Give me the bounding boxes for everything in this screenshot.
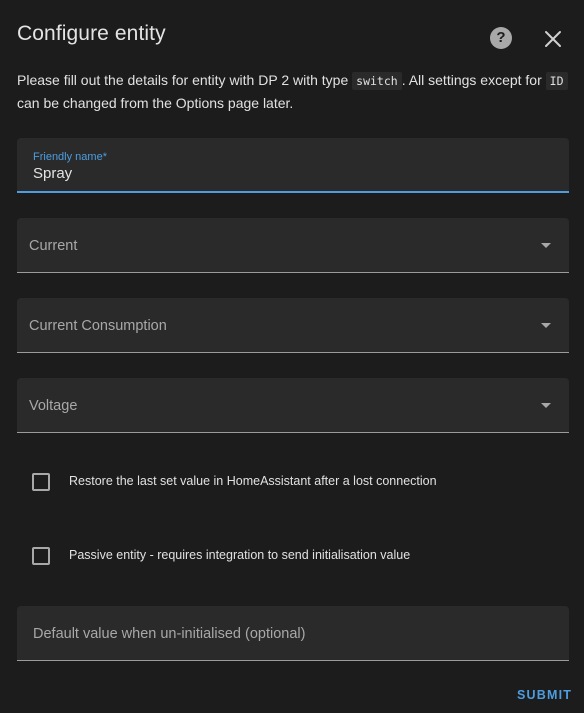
friendly-name-field[interactable]: Friendly name* Spray <box>17 138 569 193</box>
restore-checkbox[interactable] <box>32 473 50 491</box>
close-icon[interactable] <box>541 27 565 51</box>
restore-checkbox-label[interactable]: Restore the last set value in HomeAssist… <box>69 472 437 490</box>
configure-entity-dialog: Configure entity ? Please fill out the d… <box>0 0 584 713</box>
code-id: ID <box>545 72 568 90</box>
default-value-label: Default value when un-initialised (optio… <box>33 626 306 642</box>
code-switch: switch <box>352 72 402 90</box>
default-value-field[interactable]: Default value when un-initialised (optio… <box>17 606 569 661</box>
current-consumption-select[interactable]: Current Consumption <box>17 298 569 353</box>
friendly-name-label: Friendly name* <box>33 151 107 163</box>
description-text: Please fill out the details for entity w… <box>17 72 353 88</box>
submit-button[interactable]: SUBMIT <box>517 688 572 702</box>
friendly-name-value[interactable]: Spray <box>33 165 72 182</box>
dropdown-arrow-icon[interactable] <box>541 403 551 408</box>
current-label: Current <box>29 238 78 254</box>
dialog-title: Configure entity <box>17 22 166 45</box>
voltage-select[interactable]: Voltage <box>17 378 569 433</box>
dropdown-arrow-icon[interactable] <box>541 243 551 248</box>
dropdown-arrow-icon[interactable] <box>541 323 551 328</box>
current-consumption-label: Current Consumption <box>29 318 167 334</box>
voltage-label: Voltage <box>29 398 78 414</box>
help-icon[interactable]: ? <box>490 27 512 49</box>
passive-checkbox-label[interactable]: Passive entity - requires integration to… <box>69 546 410 564</box>
dialog-description: Please fill out the details for entity w… <box>17 69 572 114</box>
description-text: . All settings except for <box>401 72 546 88</box>
passive-checkbox[interactable] <box>32 547 50 565</box>
description-text: can be changed from the Options page lat… <box>17 95 294 111</box>
current-select[interactable]: Current <box>17 218 569 273</box>
